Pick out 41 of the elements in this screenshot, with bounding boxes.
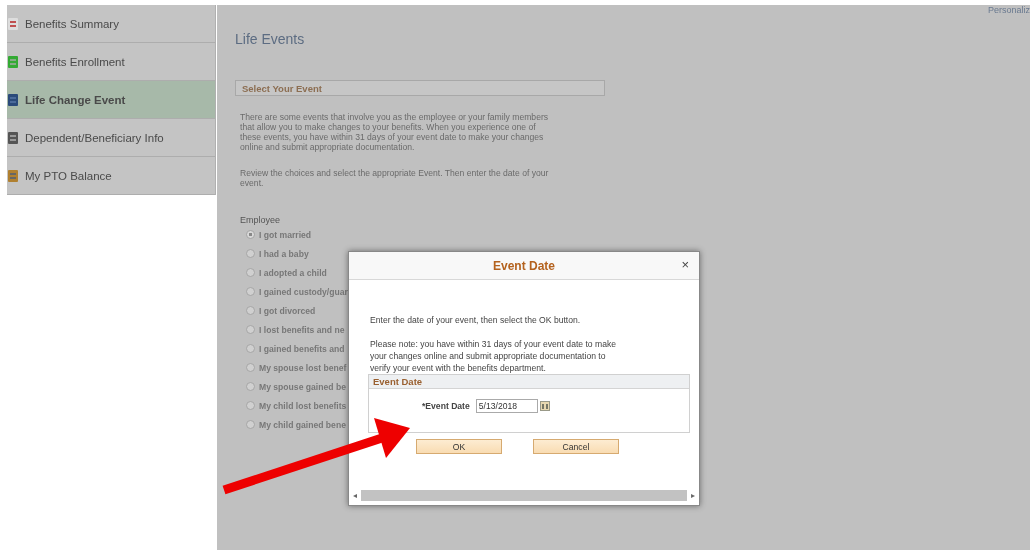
scroll-left-arrow[interactable]: ◂ [353,490,357,500]
scrollbar-track[interactable] [361,489,687,501]
radio-button[interactable] [246,306,255,315]
scroll-right-arrow[interactable]: ▸ [691,490,695,500]
radio-button[interactable] [246,420,255,429]
radio-button[interactable] [246,230,255,239]
page-title: Life Events [235,31,306,47]
radio-button[interactable] [246,344,255,353]
radio-button[interactable] [246,325,255,334]
radio-button[interactable] [246,363,255,372]
radio-button[interactable] [246,382,255,391]
field-label: *Event Date [422,401,470,411]
close-button[interactable]: × [681,258,689,272]
radio-label: I adopted a child [259,267,327,278]
instruction-text: Enter the date of your event, then select the OK button. [370,314,582,326]
cancel-button[interactable]: Cancel [533,439,619,454]
date-input[interactable]: 5/13/2018 [475,399,538,413]
radio-label: My spouse lost benef [259,362,347,373]
group-label: Employee [240,215,282,225]
radio-label: I gained benefits and [259,343,345,354]
radio-label: I gained custody/guar [259,286,348,297]
ok-button[interactable]: OK [416,439,502,454]
radio-button[interactable] [246,401,255,410]
instructions-text: Review the choices and select the appropriate Event. Then enter the date of your event. [240,168,550,188]
radio-label: I lost benefits and ne [259,324,345,335]
group-title: Event Date [369,375,689,389]
list-icon [7,16,19,31]
radio-label: My child lost benefits [259,400,347,411]
radio-label: I got divorced [259,305,316,316]
radio-button[interactable] [246,287,255,296]
dialog-title: Event Date [493,258,555,273]
section-header: Select Your Event [235,80,605,96]
radio-label: My child gained bene [259,419,346,430]
instructions-text: There are some events that involve you as the employee or your family members that allow you to make changes to your benefits. When you experience one of these events, you have within 31 days of your event date to make your changes online and submit appropriate documentation. [240,112,550,152]
radio-button[interactable] [246,249,255,258]
radio-label: My spouse gained be [259,381,346,392]
sidebar-item[interactable]: Life Change Event [7,81,215,119]
radio-button[interactable] [246,268,255,277]
note-text: Please note: you have within 31 days of your event date to make your changes online and submit appropriate documentation to verify your event with the benefits department. [370,338,618,374]
radio-label: I had a baby [259,248,309,259]
radio-label: I got married [259,229,312,240]
